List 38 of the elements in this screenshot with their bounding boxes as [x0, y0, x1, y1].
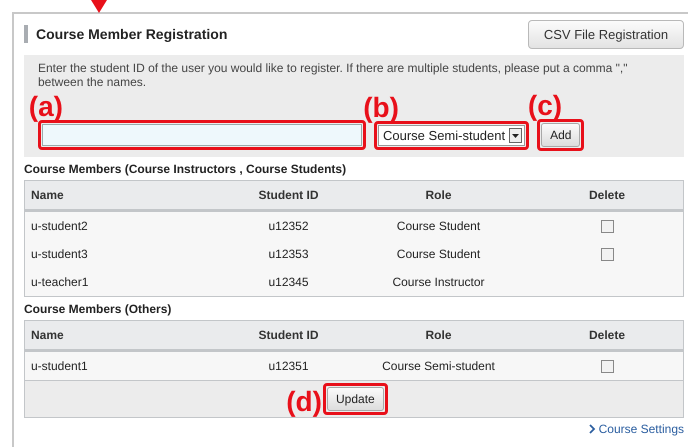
column-header: Student ID	[258, 328, 318, 342]
column-header: Name	[31, 328, 64, 342]
name-cell: u-student1	[31, 359, 88, 373]
column-header: Delete	[588, 328, 626, 342]
student-id-cell: u12352	[268, 219, 309, 233]
column-header: Role	[425, 328, 452, 342]
column-header: Student ID	[258, 188, 318, 202]
column-header: Role	[425, 188, 452, 202]
role-cell: Course Semi-student	[382, 359, 495, 373]
name-cell: u-student3	[31, 247, 88, 261]
instructions-text: Enter the student ID of the user you would like to register. If there are multiple students, please put a comma "," between the names.	[38, 61, 628, 89]
csv-registration-button[interactable]: CSV File Registration	[528, 20, 684, 49]
delete-checkbox[interactable]	[600, 360, 614, 374]
name-cell: u-teacher1	[31, 275, 88, 289]
role-cell: Course Student	[396, 247, 480, 261]
column-header: Name	[31, 188, 64, 202]
role-cell: Course Student	[396, 219, 480, 233]
annotation-label: (b)	[363, 94, 399, 122]
role-cell: Course Instructor	[392, 275, 485, 289]
column-header: Delete	[588, 188, 626, 202]
page-title: Course Member Registration	[24, 25, 228, 43]
chevron-right-icon	[588, 424, 596, 434]
student-id-cell: u12345	[268, 275, 309, 289]
name-cell: u-student2	[31, 219, 88, 233]
annotation-label: (c)	[528, 92, 562, 120]
annotation-label: (d)	[286, 388, 322, 416]
delete-checkbox[interactable]	[600, 248, 614, 262]
section-heading: Course Members (Others)	[24, 302, 172, 316]
student-id-cell: u12351	[268, 359, 309, 373]
course-settings-link[interactable]: Course Settings	[588, 422, 684, 436]
pointer-arrow-icon	[91, 0, 107, 13]
section-heading: Course Members (Course Instructors , Course Students)	[24, 162, 348, 176]
student-id-cell: u12353	[268, 247, 309, 261]
update-button[interactable]: Update	[327, 387, 384, 411]
role-dropdown[interactable]: Course Semi-student	[378, 124, 526, 146]
annotation-label: (a)	[28, 93, 63, 121]
delete-checkbox[interactable]	[600, 220, 614, 234]
add-button[interactable]: Add	[541, 123, 580, 147]
